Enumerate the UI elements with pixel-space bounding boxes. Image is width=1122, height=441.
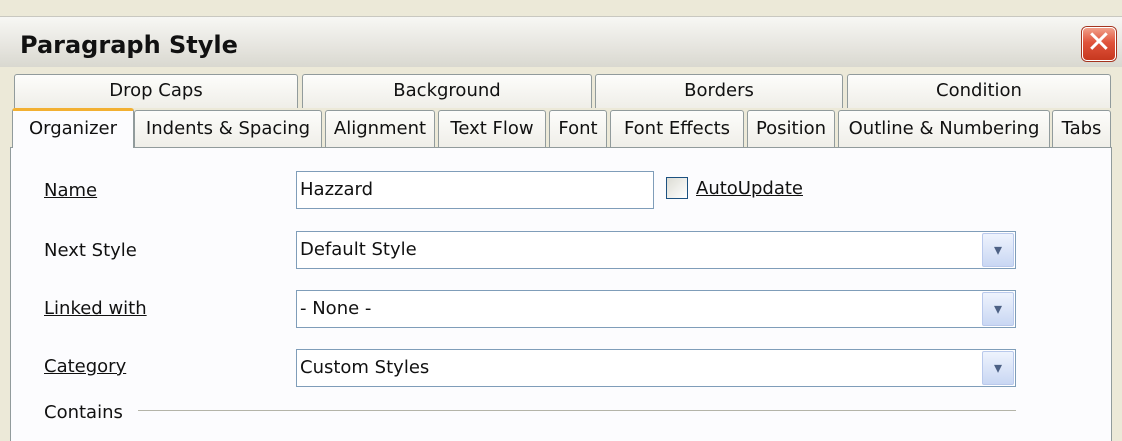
autoupdate-label[interactable]: AutoUpdate [696, 178, 803, 199]
title-bar: Paragraph Style ✕ [0, 16, 1122, 67]
close-button[interactable]: ✕ [1082, 27, 1116, 61]
autoupdate-checkbox[interactable] [666, 177, 688, 199]
next-style-select[interactable]: Default Style ▾ [296, 231, 1016, 269]
linked-with-label: Linked with [44, 298, 147, 319]
tab-text-flow[interactable]: Text Flow [438, 110, 546, 148]
name-label: Name [44, 180, 98, 201]
tab-organizer[interactable]: Organizer [12, 108, 134, 148]
linked-with-dropdown-button[interactable]: ▾ [982, 292, 1014, 326]
contains-divider [138, 410, 1016, 411]
next-style-value: Default Style [300, 239, 417, 260]
tab-background[interactable]: Background [302, 74, 592, 108]
contains-label: Contains [44, 402, 123, 423]
tab-drop-caps[interactable]: Drop Caps [14, 74, 298, 108]
tab-outline-numbering[interactable]: Outline & Numbering [838, 110, 1050, 148]
chevron-down-icon: ▾ [993, 299, 1003, 318]
linked-with-select[interactable]: - None - ▾ [296, 290, 1016, 328]
close-icon: ✕ [1086, 25, 1112, 60]
category-dropdown-button[interactable]: ▾ [982, 351, 1014, 385]
tab-position[interactable]: Position [747, 110, 835, 148]
dialog-title: Paragraph Style [20, 31, 238, 59]
next-style-label: Next Style [44, 240, 137, 261]
linked-with-value: - None - [300, 298, 372, 319]
category-label: Category [44, 356, 127, 377]
name-field[interactable]: Hazzard [296, 171, 654, 209]
chevron-down-icon: ▾ [993, 358, 1003, 377]
next-style-dropdown-button[interactable]: ▾ [982, 233, 1014, 267]
tab-condition[interactable]: Condition [847, 74, 1111, 108]
chevron-down-icon: ▾ [993, 240, 1003, 259]
category-value: Custom Styles [300, 357, 430, 378]
paragraph-style-dialog: Paragraph Style ✕ Drop Caps Background B… [0, 0, 1122, 441]
tab-font[interactable]: Font [549, 110, 607, 148]
tab-alignment[interactable]: Alignment [325, 110, 435, 148]
tab-font-effects[interactable]: Font Effects [610, 110, 744, 148]
tab-indents-spacing[interactable]: Indents & Spacing [134, 110, 322, 148]
category-select[interactable]: Custom Styles ▾ [296, 349, 1016, 387]
tab-borders[interactable]: Borders [595, 74, 843, 108]
tab-tabs[interactable]: Tabs [1052, 110, 1111, 148]
